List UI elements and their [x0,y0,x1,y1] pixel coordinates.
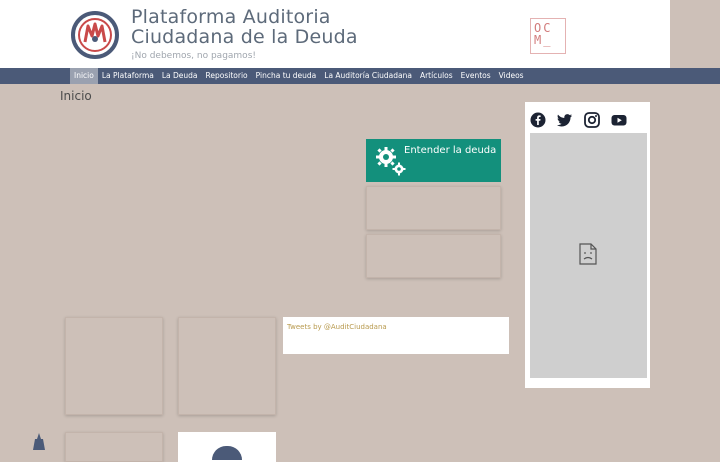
facebook-icon[interactable] [530,112,546,128]
nav-item-la-plataforma[interactable]: La Plataforma [98,68,158,84]
broken-image-icon [579,243,597,265]
page-title: Inicio [60,89,92,103]
video-embed[interactable] [530,133,647,378]
nav-menu: Inicio La Plataforma La Deuda Repositori… [70,68,528,84]
nav-item-repositorio[interactable]: Repositorio [202,68,252,84]
feature-card-entender-deuda[interactable]: Entender la deuda [366,139,501,182]
tower-icon [33,433,45,450]
tweets-link[interactable]: Tweets by @AuditCiudadana [287,323,387,331]
nav-item-eventos[interactable]: Eventos [457,68,495,84]
site-title-line2: Ciudadana de la Deuda [131,26,358,48]
feature-card[interactable] [366,234,501,278]
partner-logo[interactable]: OC M_ [530,18,566,54]
content-card[interactable] [178,317,276,415]
nav-item-videos[interactable]: Videos [495,68,528,84]
content-card[interactable] [65,432,163,462]
nav-item-pincha-tu-deuda[interactable]: Pincha tu deuda [252,68,321,84]
nav-item-articulos[interactable]: Artículos [416,68,457,84]
gears-icon [376,147,406,176]
site-title-line1: Plataforma Auditoria [131,6,331,28]
site-logo[interactable] [70,10,120,60]
feature-card[interactable] [366,186,501,230]
feature-card-label: Entender la deuda [404,145,497,156]
instagram-icon[interactable] [584,112,600,128]
main-navigation: Inicio La Plataforma La Deuda Repositori… [0,68,720,84]
social-sidebar [525,102,650,388]
site-title[interactable]: Plataforma Auditoria Ciudadana de la Deu… [131,7,358,47]
site-header: Plataforma Auditoria Ciudadana de la Deu… [0,0,670,68]
card-image-icon [212,446,242,460]
twitter-icon[interactable] [557,112,573,128]
nav-item-la-deuda[interactable]: La Deuda [158,68,202,84]
youtube-icon[interactable] [611,112,627,128]
nav-item-inicio[interactable]: Inicio [70,68,98,84]
nav-item-la-auditoria-ciudadana[interactable]: La Auditoría Ciudadana [320,68,416,84]
content-card[interactable] [65,317,163,415]
content-card[interactable] [178,432,276,462]
twitter-timeline-widget: Tweets by @AuditCiudadana [283,317,509,354]
site-tagline: ¡No debemos, no pagamos! [131,51,256,61]
